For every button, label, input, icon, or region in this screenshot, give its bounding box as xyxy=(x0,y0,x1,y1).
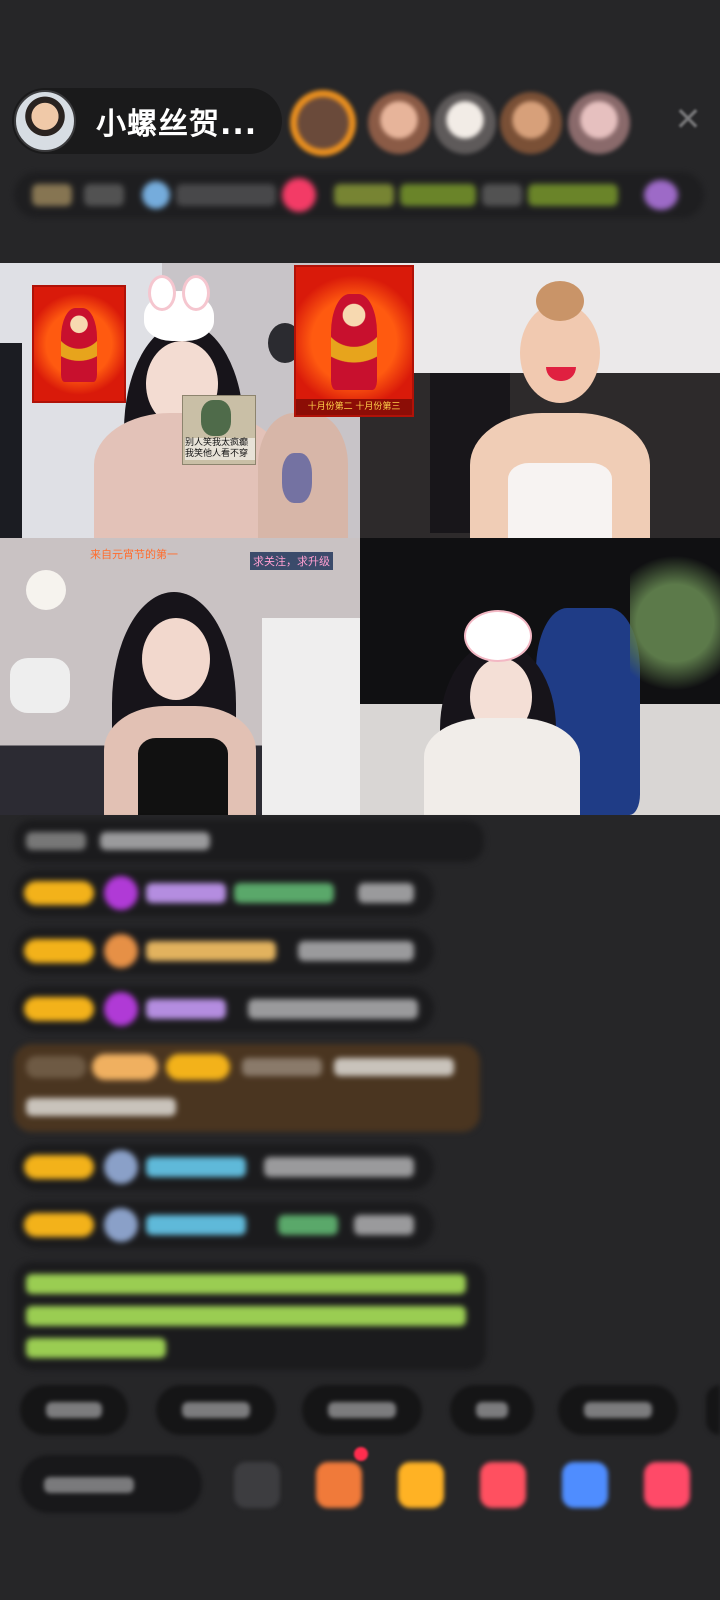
bunny-hat xyxy=(464,610,532,662)
meme-sticker-caption: 别人笑我太疯癫 我笑他人看不穿 xyxy=(185,438,255,460)
chat-message[interactable] xyxy=(14,928,434,974)
level-badge xyxy=(24,1155,94,1179)
quick-reply-chip[interactable] xyxy=(20,1385,128,1435)
white-top xyxy=(508,463,612,538)
level-badge xyxy=(24,997,94,1021)
stream-bottom-right[interactable] xyxy=(360,538,720,815)
chat-message[interactable] xyxy=(14,986,434,1032)
chat-username xyxy=(146,883,226,903)
quick-reply-chip[interactable] xyxy=(302,1385,422,1435)
gift-icon[interactable] xyxy=(644,1462,690,1508)
quick-reply-chip[interactable] xyxy=(156,1385,276,1435)
host-name: 小螺丝贺... xyxy=(96,107,258,142)
chat-username xyxy=(146,1215,246,1235)
chat-message[interactable] xyxy=(14,870,434,916)
quick-reply-chip[interactable] xyxy=(450,1385,534,1435)
chat-user-icon xyxy=(104,1208,138,1242)
tattoo xyxy=(282,453,312,503)
host-avatar[interactable] xyxy=(14,90,76,152)
viewer-avatar[interactable] xyxy=(290,90,356,156)
chat-bubble-icon[interactable] xyxy=(562,1462,608,1508)
stream-caption-follow: 求关注，求升级 xyxy=(250,552,333,570)
heart-gift-icon[interactable] xyxy=(480,1462,526,1508)
sticker-caption: 十月份第二 十月份第三 xyxy=(296,399,412,415)
plant xyxy=(630,538,720,708)
level-badge xyxy=(24,881,94,905)
meme-sticker: 别人笑我太疯癫 我笑他人看不穿 xyxy=(182,395,256,465)
comment-input[interactable] xyxy=(20,1455,202,1513)
viewer-avatar[interactable] xyxy=(434,92,496,154)
chat-username xyxy=(146,941,276,961)
gift-box-icon[interactable] xyxy=(316,1462,362,1508)
viewer-avatar[interactable] xyxy=(568,92,630,154)
gem-icon xyxy=(104,876,138,910)
chat-highlight-message[interactable] xyxy=(14,1044,480,1132)
emoji-icon[interactable] xyxy=(234,1462,280,1508)
quick-reply-chip[interactable] xyxy=(558,1385,678,1435)
system-notice xyxy=(14,1262,486,1370)
lamp xyxy=(26,570,66,610)
fan-icon xyxy=(104,934,138,968)
chat-username xyxy=(146,1157,246,1177)
level-badge xyxy=(24,939,94,963)
chat-message[interactable] xyxy=(14,1144,434,1190)
room-tag-bar[interactable] xyxy=(14,172,704,218)
stream-bottom-left[interactable]: 来自元宵节的第一 求关注，求升级 xyxy=(0,538,360,815)
treasure-icon[interactable] xyxy=(398,1462,444,1508)
viewer-avatar[interactable] xyxy=(368,92,430,154)
fortune-god-sticker: 十月份第二 十月份第三 xyxy=(294,265,414,417)
close-icon[interactable]: ✕ xyxy=(672,103,704,135)
viewer-avatar[interactable] xyxy=(500,92,562,154)
notification-dot xyxy=(354,1447,368,1461)
chat-username xyxy=(146,999,226,1019)
fortune-god-sticker xyxy=(32,285,126,403)
gem-icon xyxy=(104,992,138,1026)
level-badge xyxy=(24,1213,94,1237)
stream-top-right[interactable] xyxy=(360,263,720,538)
chat-notice xyxy=(14,820,484,862)
bunny-ears-sticker xyxy=(144,275,214,341)
chat-user-icon xyxy=(104,1150,138,1184)
quick-reply-chip[interactable] xyxy=(706,1385,720,1435)
stream-caption-top: 来自元宵节的第一 xyxy=(90,548,178,561)
host-info-pill[interactable]: 小螺丝贺... xyxy=(12,88,282,154)
chat-message[interactable] xyxy=(14,1202,434,1248)
